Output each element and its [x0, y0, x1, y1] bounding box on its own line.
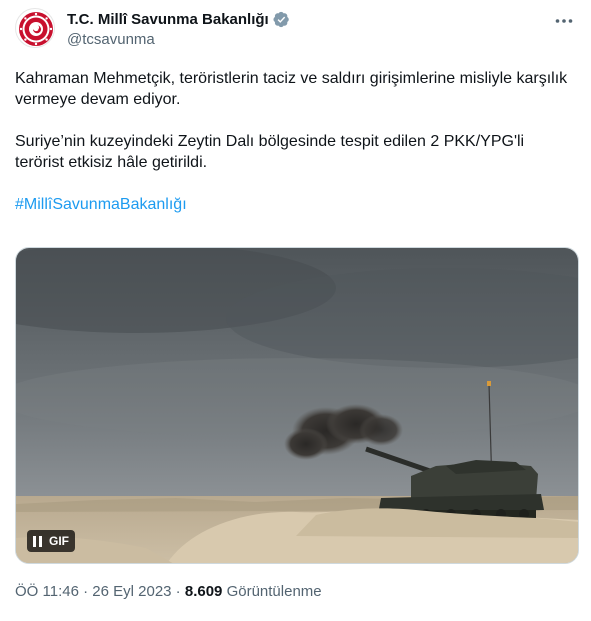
tweet-paragraph: Kahraman Mehmetçik, teröristlerin taciz … [15, 70, 568, 108]
views-label: Görüntülenme [222, 583, 322, 600]
gif-media[interactable]: GIF [15, 247, 579, 564]
artillery-gif-frame [16, 248, 578, 563]
author-names: T.C. Millî Savunma Bakanlığı @tcsavunma [67, 10, 290, 48]
tweet-meta: ÖÖ 11:46 · 26 Eyl 2023 · 8.609 Görüntüle… [15, 583, 322, 600]
gif-badge: GIF [49, 534, 69, 548]
more-options-button[interactable] [553, 10, 575, 32]
tweet-header: T.C. Millî Savunma Bakanlığı @tcsavunma [15, 8, 581, 50]
author-display-name[interactable]: T.C. Millî Savunma Bakanlığı [67, 11, 269, 28]
avatar[interactable] [15, 8, 55, 48]
hashtag-link[interactable]: #MillîSavunmaBakanlığı [15, 194, 575, 215]
tweet-text: Kahraman Mehmetçik, teröristlerin taciz … [15, 68, 575, 215]
author-handle[interactable]: @tcsavunma [67, 31, 290, 48]
meta-separator: · [78, 583, 93, 600]
tweet-date[interactable]: 26 Eyl 2023 [92, 583, 171, 600]
more-dots-icon [555, 19, 573, 23]
pause-icon[interactable] [33, 535, 43, 547]
gif-controls: GIF [27, 530, 75, 552]
tweet-paragraph: Suriye’nin kuzeyindeki Zeytin Dalı bölge… [15, 133, 525, 171]
verified-badge-icon [273, 11, 289, 27]
meta-separator: · [171, 583, 185, 600]
tweet-time[interactable]: ÖÖ 11:46 [15, 583, 79, 600]
views-count: 8.609 [184, 583, 223, 600]
ministry-emblem-icon [19, 12, 53, 46]
